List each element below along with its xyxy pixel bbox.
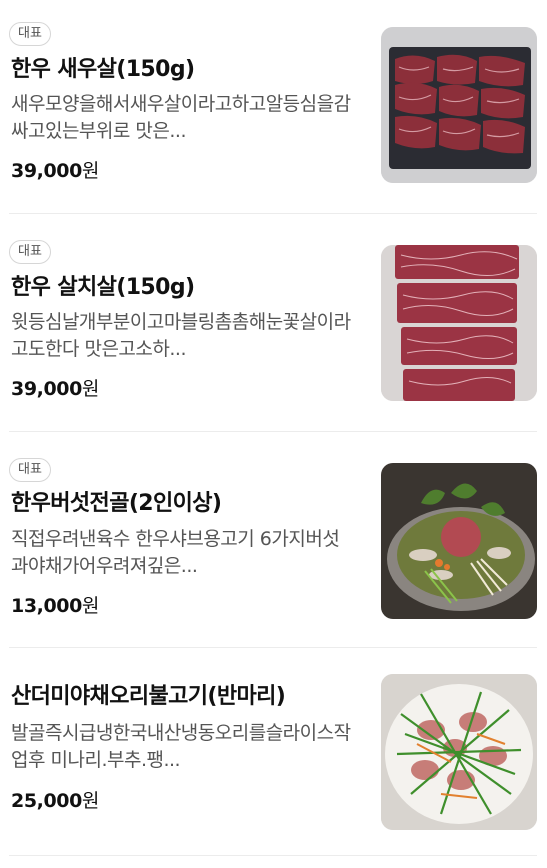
duck-bulgogi-image [381,674,537,830]
menu-item-description: 윗등심날개부분이고마블링촘촘해눈꽃살이라고도한다 맛은고소하... [11,311,351,360]
menu-item-description: 직접우려낸육수 한우샤브용고기 6가지버섯과야채가어우려져깊은... [11,528,340,577]
menu-item-title: 한우 살치살(150g) [11,275,195,300]
beef-shrimp-cut-image [381,27,537,183]
menu-item-price: 39,000원 [11,376,99,402]
menu-item[interactable]: 대표 한우버섯전골(2인이상) 직접우려낸육수 한우샤브용고기 6가지버섯과야채… [9,432,537,648]
menu-item-price: 13,000원 [11,593,99,619]
beef-chuck-flap-image [381,245,537,401]
price-currency: 원 [81,595,100,617]
menu-item[interactable]: 산더미야채오리불고기(반마리) 발골즉시급냉한국내산냉동오리를슬라이스작업후 미… [9,648,537,856]
price-value: 39,000 [11,378,82,400]
price-currency: 원 [81,378,100,400]
price-value: 39,000 [11,160,82,182]
menu-item-photo[interactable] [381,27,537,183]
price-value: 13,000 [11,595,82,617]
menu-item-title: 한우버섯전골(2인이상) [11,491,222,516]
menu-item-price: 39,000원 [11,158,99,184]
menu-item-description: 새우모양을해서새우살이라고하고알등심을감싸고있는부위로 맛은... [11,93,351,142]
menu-item-title: 산더미야채오리불고기(반마리) [11,684,286,709]
menu-item-photo[interactable] [381,674,537,830]
signature-badge: 대표 [9,22,51,46]
signature-badge: 대표 [9,240,51,264]
menu-item-photo[interactable] [381,245,537,401]
menu-list: 대표 한우 새우살(150g) 새우모양을해서새우살이라고하고알등심을감싸고있는… [0,0,547,868]
menu-item-title: 한우 새우살(150g) [11,57,195,82]
menu-item[interactable]: 대표 한우 새우살(150g) 새우모양을해서새우살이라고하고알등심을감싸고있는… [9,0,537,214]
menu-item-photo[interactable] [381,463,537,619]
price-currency: 원 [81,790,100,812]
menu-item[interactable]: 대표 한우 살치살(150g) 윗등심날개부분이고마블링촘촘해눈꽃살이라고도한다… [9,214,537,432]
menu-item-price: 25,000원 [11,788,99,814]
price-value: 25,000 [11,790,82,812]
menu-item-description: 발골즉시급냉한국내산냉동오리를슬라이스작업후 미나리.부추.팽... [11,722,351,771]
price-currency: 원 [81,160,100,182]
mushroom-hotpot-image [381,463,537,619]
signature-badge: 대표 [9,458,51,482]
